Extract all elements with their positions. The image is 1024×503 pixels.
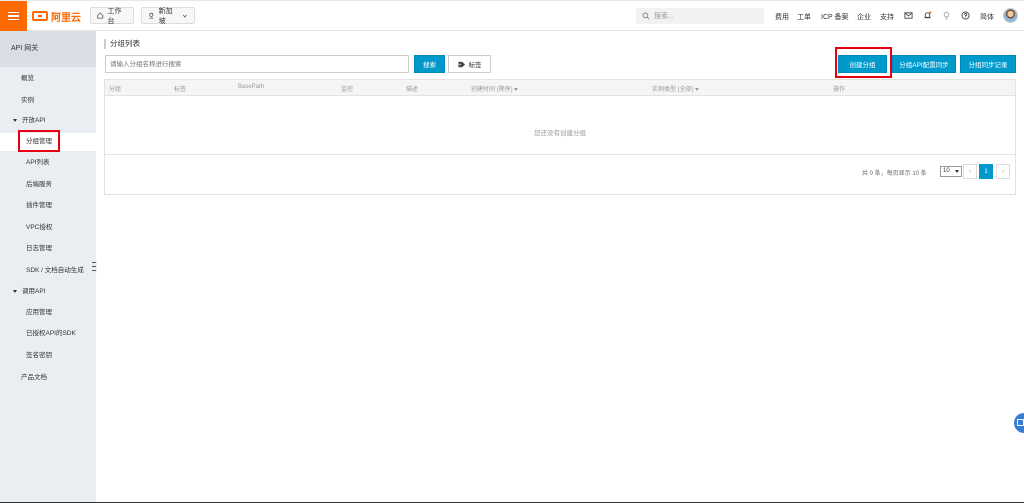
aliyun-logo[interactable]: 阿里云 [32, 9, 81, 24]
workbench-label: 工作台 [107, 7, 122, 25]
search-icon [642, 12, 650, 20]
message-icon[interactable] [904, 11, 913, 20]
global-search-placeholder: 搜索... [654, 13, 674, 20]
console-window: 阿里云 工作台 新加坡 搜索... 费用 工单 ICP 备案 企业 支持 简体 … [0, 0, 1024, 503]
location-icon [149, 12, 154, 19]
sidebar-group-label: 开放API [22, 117, 46, 124]
sidebar-item-sdk-docs[interactable]: SDK / 文档自动生成 [0, 262, 96, 280]
chevron-down-icon [183, 14, 188, 18]
page-button-current[interactable]: 1 [979, 164, 993, 179]
page-size-select[interactable]: 10 [940, 166, 962, 177]
logo-text: 阿里云 [51, 12, 81, 24]
sidebar-item-overview[interactable]: 概览 [0, 70, 96, 88]
pagination-summary: 共 0 条，每页显示 10 条 [862, 171, 927, 177]
page-title: 分组列表 [104, 39, 140, 49]
user-avatar[interactable] [1003, 8, 1018, 23]
sidebar-item-vpc-authorization[interactable]: VPC授权 [0, 219, 96, 237]
lightbulb-icon[interactable] [942, 11, 951, 20]
column-description: 描述 [406, 87, 419, 93]
column-basepath: BasePath [238, 84, 265, 90]
column-actions: 操作 [833, 87, 846, 93]
nav-link-tickets[interactable]: 工单 [797, 12, 811, 22]
caret-down-icon [13, 289, 17, 293]
sync-log-button[interactable]: 分组同步记录 [960, 55, 1016, 73]
language-switch[interactable]: 简体 [980, 12, 994, 22]
home-icon [97, 12, 104, 19]
highlight-box [835, 47, 892, 78]
nav-link-enterprise[interactable]: 企业 [857, 12, 871, 22]
region-label: 新加坡 [158, 7, 173, 25]
bell-icon[interactable] [923, 11, 932, 20]
tag-icon [458, 61, 465, 67]
group-table: 分组 标签 BasePath 监控 描述 创建时间 (降序) 实例类型 (全部)… [104, 79, 1016, 195]
tag-button[interactable]: 标签 [448, 55, 491, 73]
column-group: 分组 [109, 87, 122, 93]
sidebar-item-app-management[interactable]: 应用管理 [0, 304, 96, 322]
sidebar-title: API 网关 [0, 31, 96, 67]
pagination-bar: 共 0 条，每页显示 10 条 10 ‹ 1 › [105, 154, 1015, 194]
main-content: 分组列表 搜索 标签 创建分组 分组API配置同步 分组同步记录 分组 标签 B… [96, 31, 1024, 503]
top-bar: 阿里云 工作台 新加坡 搜索... 费用 工单 ICP 备案 企业 支持 简体 [0, 1, 1024, 31]
column-created-time[interactable]: 创建时间 (降序) [471, 84, 518, 93]
group-search-input[interactable] [105, 55, 409, 73]
column-monitor: 监控 [341, 87, 354, 93]
sidebar-item-authorized-sdk[interactable]: 已授权API的SDK [0, 325, 96, 343]
sidebar-item-plugin-management[interactable]: 插件管理 [0, 197, 96, 215]
nav-link-support[interactable]: 支持 [880, 12, 894, 22]
sidebar-item-instances[interactable]: 实例 [0, 92, 96, 110]
sync-config-button[interactable]: 分组API配置同步 [892, 55, 956, 73]
sidebar-group-label: 调用API [22, 288, 46, 295]
help-icon[interactable] [961, 11, 970, 20]
sidebar-item-product-docs[interactable]: 产品文档 [0, 369, 96, 387]
region-selector[interactable]: 新加坡 [141, 7, 195, 25]
nav-link-fees[interactable]: 费用 [775, 12, 789, 22]
next-page-button[interactable]: › [996, 164, 1010, 179]
tag-button-label: 标签 [468, 62, 482, 69]
sidebar-group-call-api[interactable]: 调用API [0, 283, 96, 301]
column-tags: 标签 [174, 87, 187, 93]
column-instance-type-label: 实例类型 (全部) [652, 87, 694, 93]
global-search-input[interactable]: 搜索... [636, 8, 764, 24]
prev-page-button[interactable]: ‹ [963, 164, 977, 179]
column-instance-type[interactable]: 实例类型 (全部) [652, 84, 699, 93]
workbench-button[interactable]: 工作台 [90, 7, 134, 25]
sidebar-item-backend-services[interactable]: 后端服务 [0, 176, 96, 194]
search-button[interactable]: 搜索 [414, 55, 445, 73]
column-created-time-label: 创建时间 (降序) [471, 87, 513, 93]
sidebar-item-log-management[interactable]: 日志管理 [0, 240, 96, 258]
table-header: 分组 标签 BasePath 监控 描述 创建时间 (降序) 实例类型 (全部)… [105, 80, 1015, 96]
highlight-box [18, 130, 60, 152]
sidebar-group-open-api[interactable]: 开放API [0, 112, 96, 130]
sort-down-icon [513, 87, 518, 91]
sidebar-item-signature-keys[interactable]: 签名密钥 [0, 347, 96, 365]
logo-mark-icon [32, 11, 48, 21]
empty-state-text: 您还没有创建分组 [534, 130, 586, 137]
caret-down-icon [13, 118, 17, 122]
menu-icon[interactable] [0, 1, 27, 31]
filter-down-icon [694, 87, 699, 91]
sidebar-item-api-list[interactable]: API列表 [0, 154, 96, 172]
nav-link-icp[interactable]: ICP 备案 [821, 12, 849, 22]
sidebar: API 网关 概览 实例 开放API 分组管理 API列表 后端服务 插件管理 … [0, 31, 96, 503]
